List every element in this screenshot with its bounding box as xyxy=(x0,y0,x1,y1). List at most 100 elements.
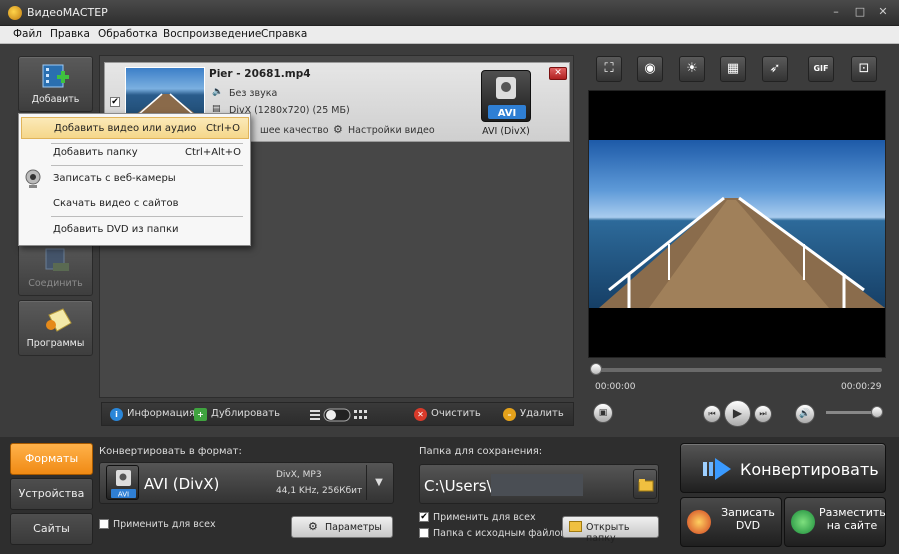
programs-icon xyxy=(46,308,72,332)
snapshot-icon[interactable]: ▣ xyxy=(593,403,613,423)
output-path: C:\Users\. xyxy=(424,477,497,495)
menu-item-label: Скачать видео с сайтов xyxy=(53,198,179,209)
volume-icon[interactable]: 🔊 xyxy=(795,404,815,424)
video-camera-icon: AVI xyxy=(488,77,526,119)
menu-item-shortcut: Ctrl+Alt+O xyxy=(185,147,241,158)
total-time: 00:00:29 xyxy=(841,382,882,392)
apply-all-format-label: Применить для всех xyxy=(113,519,216,530)
close-window-button[interactable]: ✕ xyxy=(873,4,893,20)
window-title: ВидеоМАСТЕР xyxy=(27,6,108,19)
preview-frame xyxy=(589,140,885,308)
remove-file-button[interactable]: ✕ xyxy=(549,67,567,80)
dvd-disc-icon xyxy=(687,510,711,534)
publish-online-label: Разместить на сайте xyxy=(819,506,886,532)
burn-dvd-button[interactable]: Записать DVD xyxy=(680,497,782,547)
format-dropdown-arrow[interactable]: ▼ xyxy=(366,465,391,500)
quality-setting[interactable]: шее качество xyxy=(260,125,329,136)
source-folder-label: Папка с исходным файлом xyxy=(433,528,568,539)
duplicate-label: Дублировать xyxy=(211,408,280,419)
tab-formats[interactable]: Форматы xyxy=(10,443,93,475)
format-badge-text: AVI xyxy=(118,491,129,499)
output-format-badge[interactable]: AVI xyxy=(481,70,531,122)
menu-add-folder[interactable]: Добавить папку Ctrl+Alt+O xyxy=(21,142,249,164)
folder-icon xyxy=(638,479,654,492)
path-redaction xyxy=(491,474,583,496)
fast-forward-icon[interactable]: ⏭ xyxy=(754,405,772,423)
avi-badge-text: AVI xyxy=(498,108,517,119)
publish-online-button[interactable]: Разместить на сайте xyxy=(784,497,886,547)
apply-all-format-checkbox[interactable] xyxy=(99,519,109,529)
play-icon[interactable]: ▶ xyxy=(724,400,751,427)
file-checkbox[interactable]: ✔ xyxy=(110,97,120,107)
gif-icon[interactable]: GIF xyxy=(808,56,834,82)
info-label: Информация xyxy=(127,408,196,419)
volume-handle[interactable] xyxy=(871,406,883,418)
speed-icon[interactable]: ➶ xyxy=(762,56,788,82)
pier-preview-image xyxy=(599,196,885,308)
title-bar xyxy=(0,0,899,26)
parameters-button[interactable]: ⚙ Параметры xyxy=(291,516,393,538)
subtitles-icon[interactable]: ▦ xyxy=(720,56,746,82)
browse-folder-button[interactable] xyxy=(633,469,657,499)
menu-bar: Файл Правка Обработка Воспроизведение Сп… xyxy=(0,26,899,44)
menu-add-video-audio[interactable]: Добавить видео или аудио Ctrl+O xyxy=(21,117,249,139)
menu-add-dvd[interactable]: Добавить DVD из папки xyxy=(21,219,249,241)
no-audio-icon: 🔈 xyxy=(212,87,224,97)
programs-button[interactable]: Программы xyxy=(18,300,93,356)
format-codecs: DivX, MP3 xyxy=(276,470,322,480)
apply-all-save-checkbox[interactable]: ✔ xyxy=(419,512,429,522)
menu-item-label: Добавить DVD из папки xyxy=(53,224,179,235)
open-folder-label: Открыть папку xyxy=(586,522,630,544)
convert-label: Конвертировать xyxy=(740,460,879,479)
menu-processing[interactable]: Обработка xyxy=(98,28,158,40)
parameters-gear-icon: ⚙ xyxy=(308,520,318,533)
add-video-icon xyxy=(42,64,69,88)
minimize-button[interactable]: – xyxy=(826,4,846,20)
format-section-label: Конвертировать в формат: xyxy=(99,446,242,457)
fullscreen-icon[interactable]: ⊡ xyxy=(851,56,877,82)
source-folder-checkbox[interactable] xyxy=(419,528,429,538)
menu-record-webcam[interactable]: Записать с веб-камеры xyxy=(21,168,249,190)
apply-all-save-label: Применить для всех xyxy=(433,512,536,523)
parameters-label: Параметры xyxy=(325,522,382,533)
view-toggle[interactable] xyxy=(310,408,370,422)
crop-icon[interactable]: ⛶ xyxy=(596,56,622,82)
tab-sites[interactable]: Сайты xyxy=(10,513,93,545)
vignette-icon[interactable]: ◉ xyxy=(637,56,663,82)
open-folder-button[interactable]: Открыть папку xyxy=(562,516,659,544)
join-icon xyxy=(45,248,69,271)
menu-help[interactable]: Справка xyxy=(261,28,307,40)
current-time: 00:00:00 xyxy=(595,382,636,392)
menu-item-shortcut: Ctrl+O xyxy=(205,123,240,134)
file-audio: Без звука xyxy=(229,88,278,99)
burn-dvd-label: Записать DVD xyxy=(721,506,775,532)
menu-item-label: Добавить видео или аудио xyxy=(54,123,197,134)
seek-handle[interactable] xyxy=(590,363,602,375)
format-camera-icon: AVI xyxy=(106,465,139,500)
tab-devices[interactable]: Устройства xyxy=(10,478,93,510)
save-section-label: Папка для сохранения: xyxy=(419,446,543,457)
brightness-icon[interactable]: ☀ xyxy=(679,56,705,82)
join-button[interactable]: Соединить xyxy=(18,240,93,296)
video-settings-link[interactable]: Настройки видео xyxy=(348,125,435,136)
file-name: Pier - 20681.mp4 xyxy=(209,68,311,80)
output-format-label: AVI (DivX) xyxy=(482,126,530,137)
delete-label: Удалить xyxy=(520,408,564,419)
menu-file[interactable]: Файл xyxy=(13,28,42,40)
menu-item-label: Записать с веб-камеры xyxy=(53,173,176,184)
maximize-button[interactable]: □ xyxy=(850,4,870,20)
seek-bar[interactable] xyxy=(592,368,882,372)
rewind-icon[interactable]: ⏮ xyxy=(703,405,721,423)
delete-icon: – xyxy=(503,408,516,421)
convert-arrow-icon xyxy=(703,458,731,480)
info-icon: i xyxy=(110,408,123,421)
menu-edit[interactable]: Правка xyxy=(50,28,90,40)
menu-download-video[interactable]: Скачать видео с сайтов xyxy=(21,193,249,215)
upload-globe-icon xyxy=(791,510,815,534)
menu-item-label: Добавить папку xyxy=(53,147,138,158)
format-name: AVI (DivX) xyxy=(144,475,220,493)
programs-button-label: Программы xyxy=(26,338,85,349)
join-button-label: Соединить xyxy=(28,278,83,289)
add-button[interactable]: Добавить xyxy=(18,56,93,112)
menu-playback[interactable]: Воспроизведение xyxy=(163,28,261,40)
